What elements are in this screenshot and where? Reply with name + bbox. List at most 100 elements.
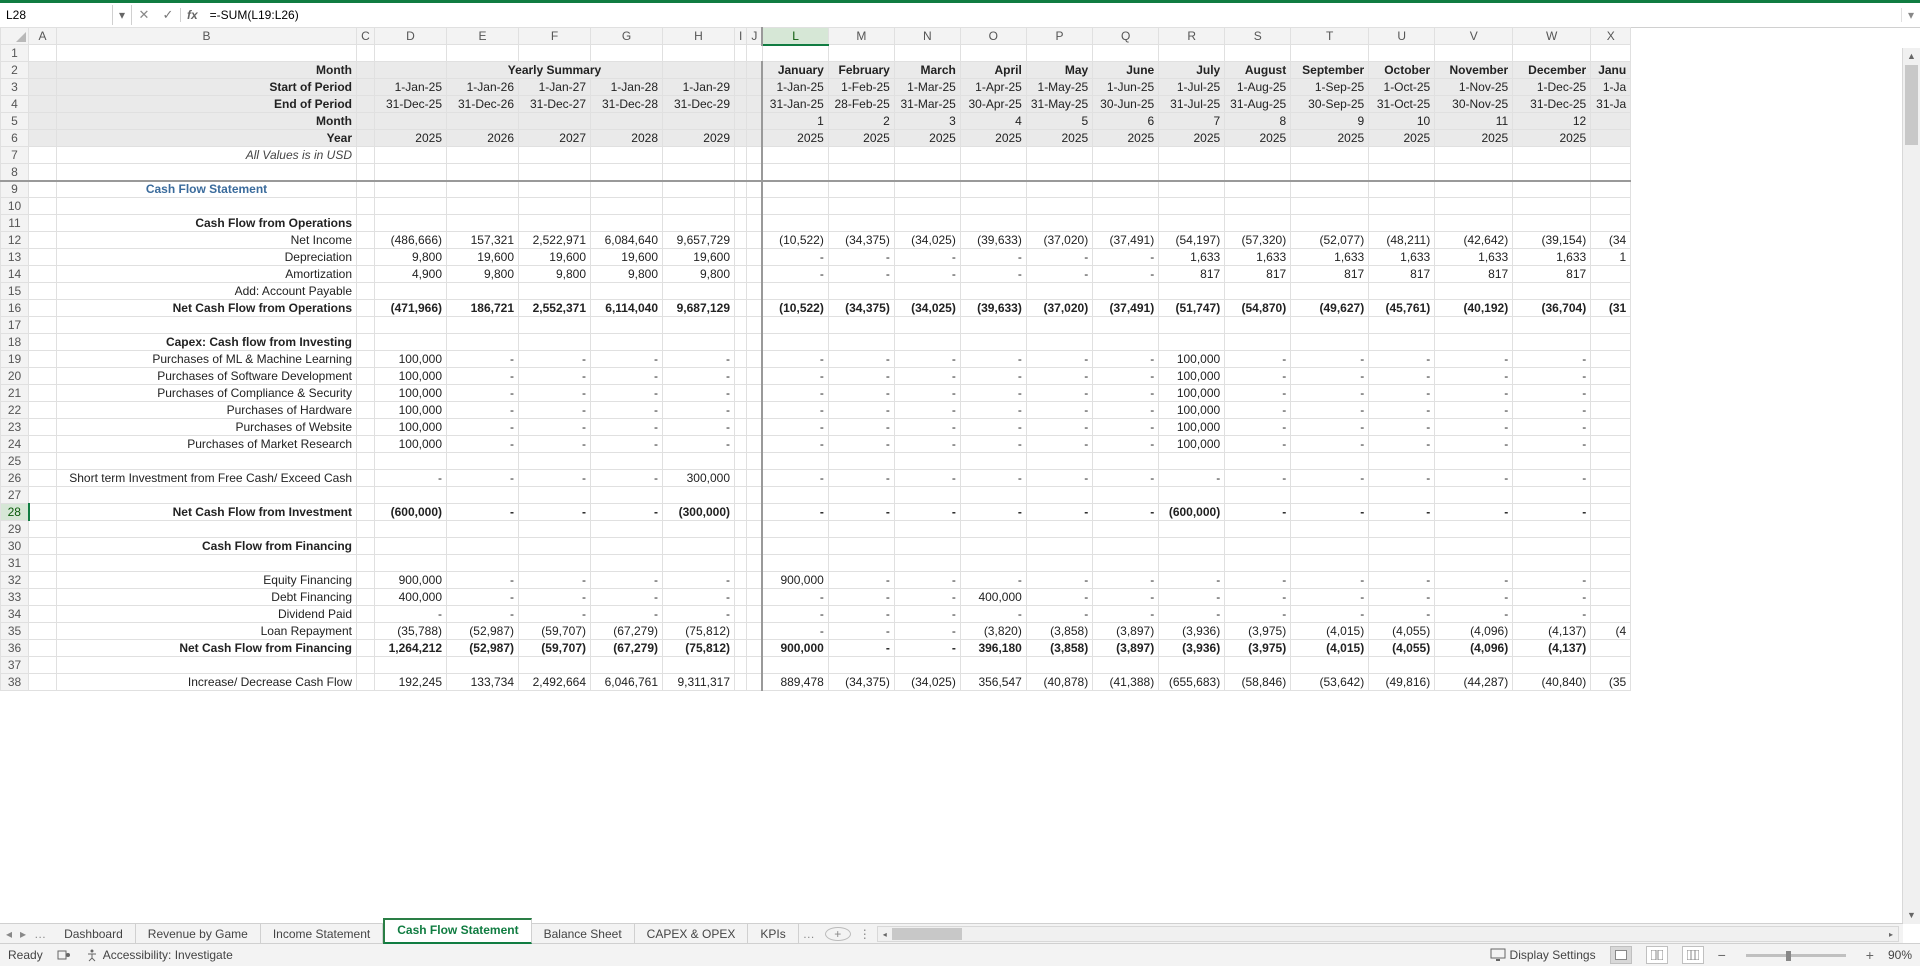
cell[interactable] bbox=[375, 555, 447, 572]
cell[interactable] bbox=[591, 521, 663, 538]
cell[interactable] bbox=[1513, 45, 1591, 62]
cell[interactable]: - bbox=[1225, 470, 1291, 487]
cell[interactable] bbox=[519, 555, 591, 572]
cell[interactable] bbox=[960, 215, 1026, 232]
cell[interactable] bbox=[375, 215, 447, 232]
cell[interactable] bbox=[894, 147, 960, 164]
cell[interactable]: - bbox=[960, 266, 1026, 283]
cell[interactable] bbox=[1291, 453, 1369, 470]
cell[interactable]: 1 bbox=[1591, 249, 1631, 266]
cell[interactable] bbox=[1026, 198, 1092, 215]
cell[interactable]: (37,491) bbox=[1093, 232, 1159, 249]
cell[interactable] bbox=[447, 198, 519, 215]
cell[interactable]: - bbox=[894, 436, 960, 453]
new-sheet-button[interactable]: + bbox=[825, 927, 851, 941]
cell[interactable]: (40,840) bbox=[1513, 674, 1591, 691]
cell[interactable]: - bbox=[447, 436, 519, 453]
cell[interactable]: (4,015) bbox=[1291, 640, 1369, 657]
cell[interactable]: September bbox=[1291, 62, 1369, 79]
hscroll-right-icon[interactable]: ▸ bbox=[1884, 930, 1898, 939]
cell[interactable]: (10,522) bbox=[762, 300, 828, 317]
cell[interactable] bbox=[1435, 283, 1513, 300]
cell[interactable]: (4,137) bbox=[1513, 640, 1591, 657]
cell[interactable] bbox=[357, 555, 375, 572]
cell[interactable]: 10 bbox=[1369, 113, 1435, 130]
row-header-10[interactable]: 10 bbox=[1, 198, 29, 215]
cell[interactable]: - bbox=[591, 572, 663, 589]
cell[interactable]: 100,000 bbox=[375, 351, 447, 368]
cell[interactable] bbox=[828, 334, 894, 351]
cell[interactable] bbox=[357, 572, 375, 589]
cell[interactable]: - bbox=[762, 402, 828, 419]
cell[interactable] bbox=[735, 198, 747, 215]
cell[interactable] bbox=[735, 521, 747, 538]
cell[interactable] bbox=[1369, 215, 1435, 232]
cell[interactable] bbox=[1369, 555, 1435, 572]
cell[interactable] bbox=[747, 623, 763, 640]
cell[interactable] bbox=[1591, 419, 1631, 436]
cell[interactable] bbox=[357, 79, 375, 96]
cell[interactable] bbox=[663, 317, 735, 334]
cell[interactable]: - bbox=[591, 351, 663, 368]
cell[interactable]: - bbox=[1291, 572, 1369, 589]
cell[interactable] bbox=[1369, 45, 1435, 62]
cell[interactable]: (4,055) bbox=[1369, 640, 1435, 657]
cell[interactable] bbox=[29, 215, 57, 232]
cell[interactable] bbox=[1026, 164, 1092, 181]
cell[interactable]: - bbox=[519, 504, 591, 521]
cell[interactable] bbox=[1291, 538, 1369, 555]
cell[interactable] bbox=[1159, 317, 1225, 334]
cell[interactable] bbox=[747, 538, 763, 555]
cell[interactable]: (3,936) bbox=[1159, 623, 1225, 640]
cell[interactable] bbox=[357, 640, 375, 657]
cell[interactable] bbox=[1513, 317, 1591, 334]
cell[interactable] bbox=[1513, 283, 1591, 300]
cell[interactable] bbox=[747, 198, 763, 215]
cell[interactable] bbox=[960, 487, 1026, 504]
sheet-tab-revenue-by-game[interactable]: Revenue by Game bbox=[136, 924, 261, 944]
cell[interactable]: (34,375) bbox=[828, 232, 894, 249]
cell[interactable] bbox=[663, 453, 735, 470]
row-header-16[interactable]: 16 bbox=[1, 300, 29, 317]
col-header-C[interactable]: C bbox=[357, 28, 375, 45]
spreadsheet-grid[interactable]: ABCDEFGHIJLMNOPQRSTUVWX12MonthYearly Sum… bbox=[0, 27, 1920, 941]
row-header-14[interactable]: 14 bbox=[1, 266, 29, 283]
cell[interactable]: - bbox=[1093, 402, 1159, 419]
col-header-G[interactable]: G bbox=[591, 28, 663, 45]
formula-expand-icon[interactable]: ▾ bbox=[1901, 8, 1920, 22]
cell[interactable] bbox=[29, 113, 57, 130]
cell[interactable]: (3,975) bbox=[1225, 623, 1291, 640]
cell[interactable] bbox=[1291, 164, 1369, 181]
cell[interactable] bbox=[447, 487, 519, 504]
cell[interactable] bbox=[762, 215, 828, 232]
cell[interactable] bbox=[747, 657, 763, 674]
cell[interactable] bbox=[1159, 538, 1225, 555]
cell[interactable]: - bbox=[591, 402, 663, 419]
row-header-9[interactable]: 9 bbox=[1, 181, 29, 198]
cell[interactable]: Short term Investment from Free Cash/ Ex… bbox=[57, 470, 357, 487]
col-header-S[interactable]: S bbox=[1225, 28, 1291, 45]
cell[interactable] bbox=[1093, 334, 1159, 351]
cell[interactable] bbox=[57, 487, 357, 504]
cell[interactable]: - bbox=[1291, 385, 1369, 402]
cell[interactable]: 2029 bbox=[663, 130, 735, 147]
cell[interactable]: 1,633 bbox=[1291, 249, 1369, 266]
col-header-T[interactable]: T bbox=[1291, 28, 1369, 45]
cell[interactable]: - bbox=[1369, 504, 1435, 521]
cell[interactable]: - bbox=[828, 640, 894, 657]
cell[interactable]: - bbox=[1435, 572, 1513, 589]
cell[interactable] bbox=[894, 657, 960, 674]
cell[interactable]: Purchases of Hardware bbox=[57, 402, 357, 419]
cell[interactable] bbox=[1369, 147, 1435, 164]
cell[interactable] bbox=[960, 147, 1026, 164]
cell[interactable] bbox=[1093, 538, 1159, 555]
cell[interactable]: - bbox=[1513, 368, 1591, 385]
cell[interactable] bbox=[1093, 45, 1159, 62]
cell[interactable]: (655,683) bbox=[1159, 674, 1225, 691]
cell[interactable]: 30-Jun-25 bbox=[1093, 96, 1159, 113]
cell[interactable]: - bbox=[1225, 402, 1291, 419]
cell[interactable] bbox=[447, 521, 519, 538]
cell[interactable]: - bbox=[1435, 589, 1513, 606]
row-header-25[interactable]: 25 bbox=[1, 453, 29, 470]
cell[interactable] bbox=[828, 45, 894, 62]
